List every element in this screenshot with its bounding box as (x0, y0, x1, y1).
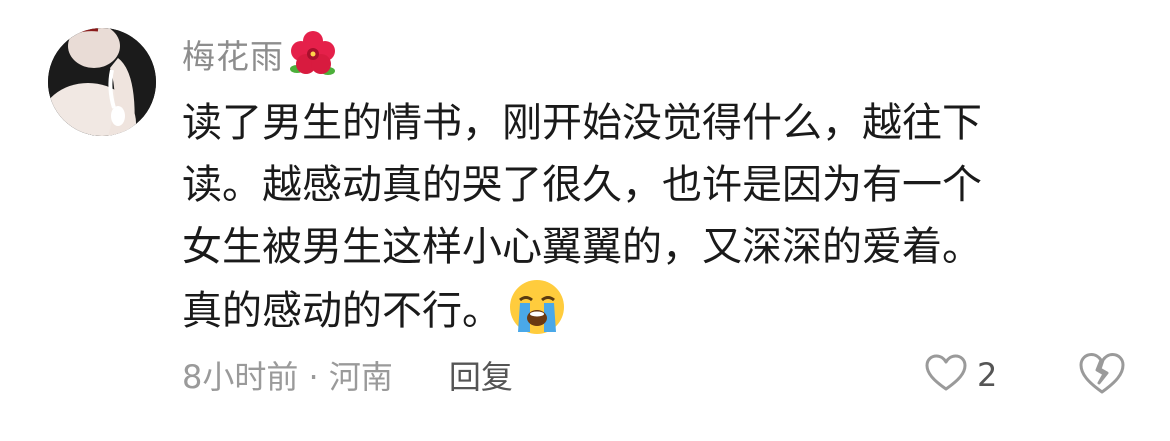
like-button[interactable]: 2 (925, 350, 997, 400)
comment-text: 读了男生的情书，刚开始没觉得什么，越往下 读。越感动真的哭了很久，也许是因为有一… (182, 92, 1102, 342)
comment-text-line: 真的感动的不行。 (182, 288, 502, 334)
comment-item: 梅花雨 读了男生的情书，刚开始没觉得什么，越往下 读。越感动真的哭了很久，也许是… (0, 0, 1170, 441)
loudly-crying-face-icon (508, 278, 566, 336)
timestamp-location: 8小时前 · 河南 (182, 358, 393, 396)
heart-outline-icon (925, 354, 967, 396)
reply-button[interactable]: 回复 (449, 352, 513, 398)
hibiscus-icon (288, 29, 338, 79)
comment-meta: 8小时前 · 河南 回复 (182, 350, 513, 400)
dislike-button[interactable] (1078, 352, 1126, 398)
username[interactable]: 梅花雨 (182, 30, 284, 78)
avatar-image (48, 28, 156, 136)
comment-text-line: 女生被男生这样小心翼翼的，又深深的爱着。 (182, 224, 982, 270)
comment-text-line: 读了男生的情书，刚开始没觉得什么，越往下 (182, 100, 982, 146)
avatar[interactable] (48, 28, 156, 136)
like-count: 2 (977, 356, 998, 394)
broken-heart-icon (1078, 353, 1126, 400)
comment-text-line: 读。越感动真的哭了很久，也许是因为有一个 (182, 162, 982, 208)
username-row: 梅花雨 (182, 28, 338, 80)
comment-text-line-last: 真的感动的不行。 (182, 278, 1102, 342)
